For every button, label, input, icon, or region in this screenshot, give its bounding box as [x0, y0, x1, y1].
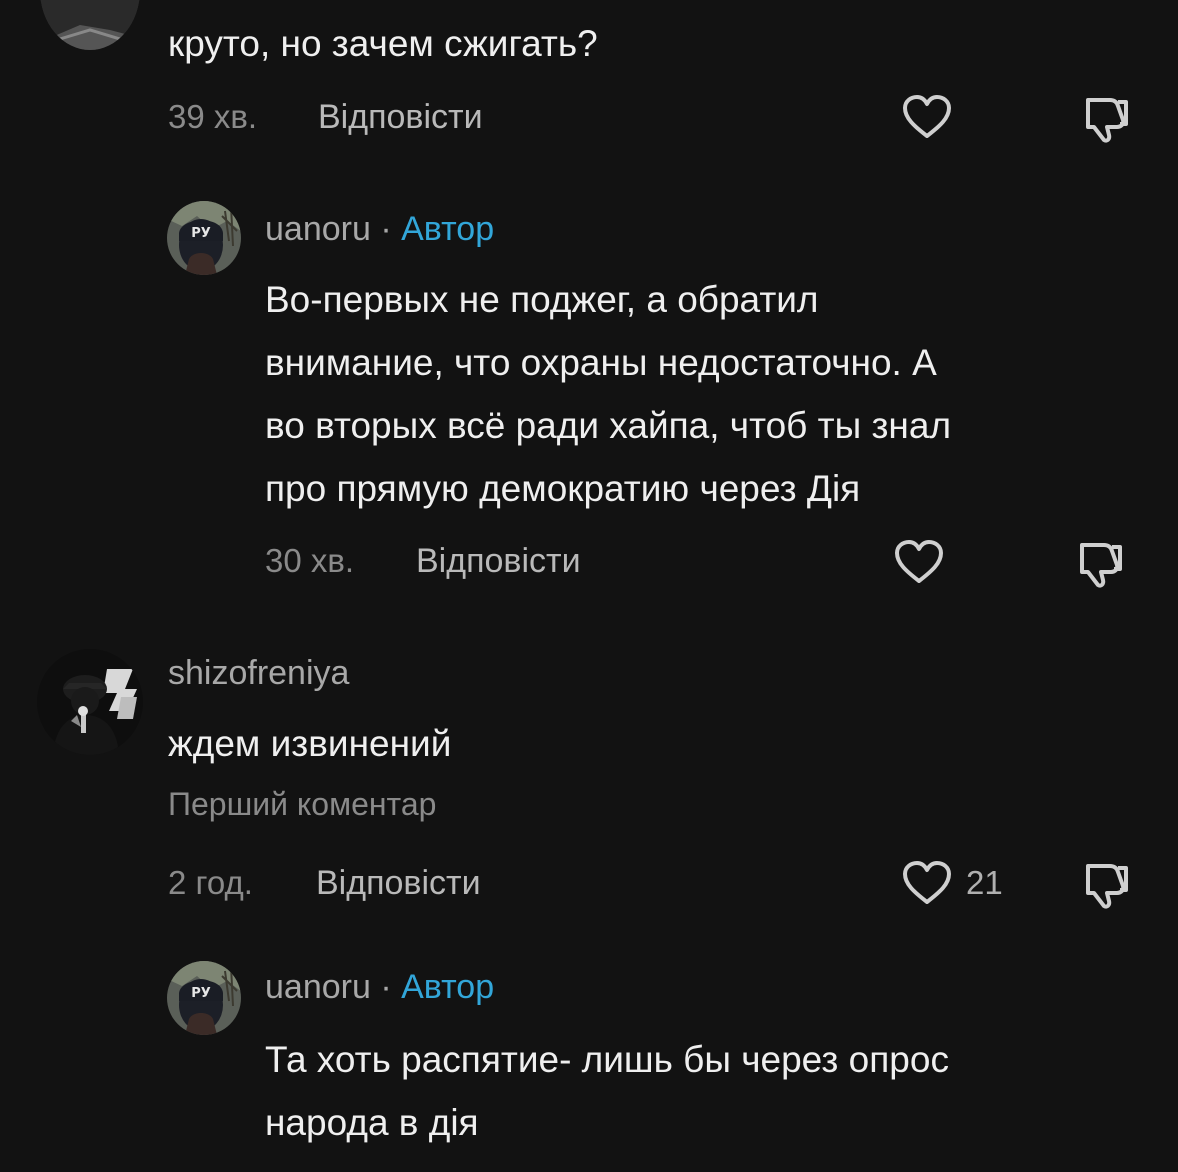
- reply-button[interactable]: Відповісти: [316, 864, 481, 903]
- username[interactable]: shizofreniya: [168, 654, 349, 693]
- avatar-image: РУ: [167, 961, 241, 1035]
- avatar-uanoru[interactable]: РУ: [167, 961, 241, 1035]
- avatar-badge-text: РУ: [191, 986, 211, 1001]
- avatar-image: РУ: [167, 201, 241, 275]
- avatar-shizofreniya[interactable]: [37, 649, 143, 755]
- comment-timestamp: 30 хв.: [265, 542, 355, 579]
- heart-icon[interactable]: [902, 860, 952, 911]
- comment-text: круто, но зачем сжигать?: [168, 23, 598, 64]
- comment-timestamp: 39 хв.: [168, 98, 258, 135]
- username[interactable]: uanoru: [265, 210, 371, 248]
- avatar-image: [37, 649, 143, 755]
- thumbs-down-icon[interactable]: [1080, 860, 1132, 915]
- avatar-uanoru[interactable]: РУ: [167, 201, 241, 275]
- comment-text: ждем извинений: [168, 723, 452, 764]
- author-badge: Автор: [401, 968, 495, 1006]
- thumbs-down-icon[interactable]: [1074, 539, 1126, 594]
- comment-text: Та хоть распятие- лишь бы через опрос на…: [265, 1039, 949, 1143]
- avatar-badge-text: РУ: [191, 226, 211, 241]
- comment-timestamp: 2 год.: [168, 864, 253, 901]
- reply-button[interactable]: Відповісти: [318, 98, 483, 137]
- like-count: 21: [966, 864, 1003, 901]
- separator: ·: [380, 968, 392, 1006]
- comment-text: Во-первых не поджег, а обратил внимание,…: [265, 279, 952, 509]
- heart-icon[interactable]: [902, 94, 952, 145]
- avatar-top-comment[interactable]: [40, 0, 140, 50]
- first-comment-label: Перший коментар: [168, 786, 437, 822]
- username[interactable]: uanoru: [265, 968, 371, 1006]
- thumbs-down-icon[interactable]: [1080, 94, 1132, 149]
- reply-button[interactable]: Відповісти: [416, 542, 581, 581]
- avatar-image: [40, 0, 140, 50]
- comment-author-line: uanoru · Автор: [265, 210, 494, 249]
- heart-icon[interactable]: [894, 539, 944, 590]
- comment-author-line: uanoru · Автор: [265, 968, 494, 1007]
- author-badge: Автор: [401, 210, 495, 248]
- separator: ·: [380, 210, 392, 248]
